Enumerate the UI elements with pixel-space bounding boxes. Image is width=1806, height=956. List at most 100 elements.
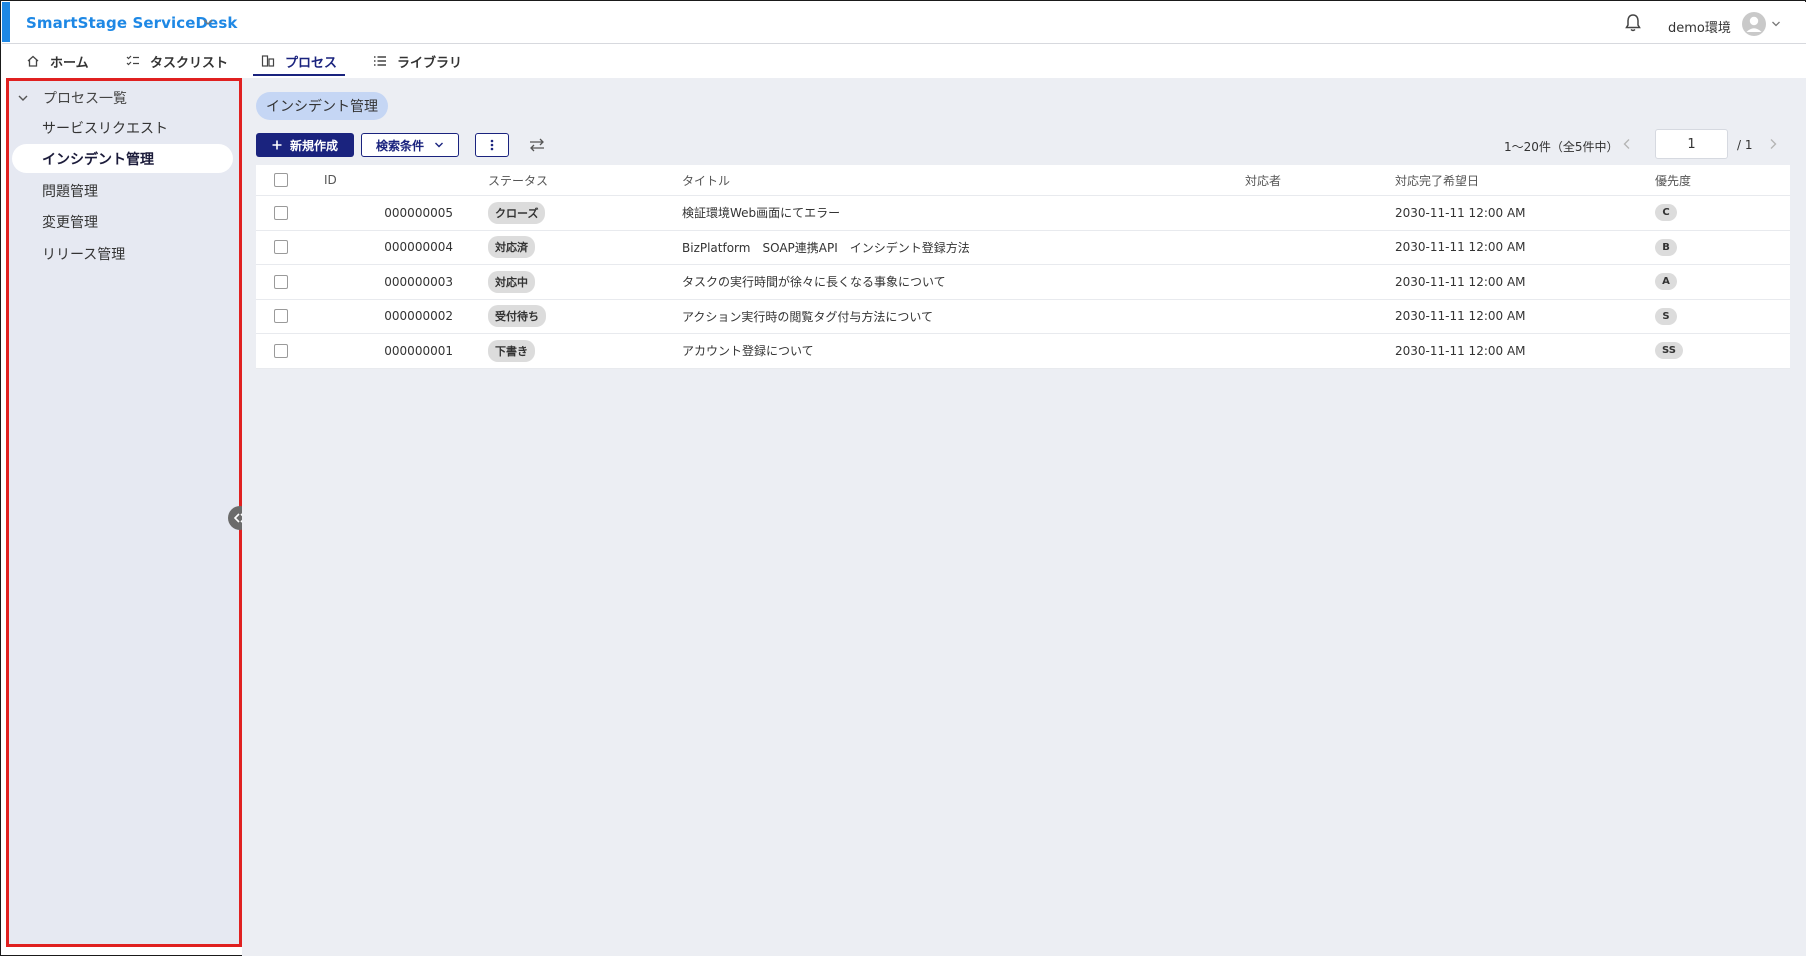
chevron-down-icon[interactable] [202,16,214,28]
page-number-input[interactable] [1655,129,1728,159]
process-icon [261,55,275,67]
chevron-down-icon [435,142,443,148]
row-checkbox[interactable] [274,343,288,358]
tab-tasklist[interactable]: タスクリスト [126,44,228,78]
tab-process[interactable]: プロセス [252,44,346,78]
table-row[interactable]: 000000005 クローズ 検証環境Web画面にてエラー 2030-11-11… [256,196,1790,231]
breadcrumb[interactable]: インシデント管理 [256,92,388,120]
swap-button[interactable] [526,135,548,155]
header-due-date[interactable]: 対応完了希望日 [1395,165,1479,195]
row-priority-cell: C [1655,196,1677,230]
row-checkbox[interactable] [274,205,288,220]
table-row[interactable]: 000000002 受付待ち アクション実行時の閲覧タグ付与方法について 203… [256,300,1790,334]
tab-library[interactable]: ライブラリ [373,44,462,78]
sidebar-item-incident[interactable]: インシデント管理 [12,144,233,173]
row-due-date: 2030-11-11 12:00 AM [1395,240,1526,255]
avatar-icon[interactable] [1742,12,1766,36]
new-create-label: 新規作成 [289,138,338,153]
row-status-cell: 対応中 [488,265,535,299]
sidebar-item-service-request[interactable]: サービスリクエスト [12,113,233,142]
sidebar-item-change[interactable]: 変更管理 [12,207,233,236]
row-due-date: 2030-11-11 12:00 AM [1395,309,1526,324]
sidebar-root-process-list[interactable]: プロセス一覧 [9,84,127,112]
row-status-cell: 下書き [488,334,535,368]
row-priority-cell: SS [1655,334,1683,368]
tab-library-label: ライブラリ [397,55,463,71]
header-title[interactable]: タイトル [682,165,730,195]
sidebar-item-label: 変更管理 [42,214,98,231]
chevron-left-icon[interactable] [1622,138,1632,150]
row-id: 000000002 [384,309,453,324]
sidebar-item-release[interactable]: リリース管理 [12,239,233,268]
list-icon [374,56,386,66]
row-priority-cell: A [1655,265,1677,299]
table-row[interactable]: 000000004 対応済 BizPlatform SOAP連携API インシデ… [256,231,1790,265]
sidebar-item-label: サービスリクエスト [42,120,168,137]
sidebar-root-label: プロセス一覧 [43,91,127,107]
row-check-cell [274,231,288,265]
pager-total: / 1 [1737,138,1753,152]
tab-home[interactable]: ホーム [26,44,89,78]
header-status[interactable]: ステータス [488,165,548,195]
user-menu-chevron-icon[interactable] [1771,19,1781,29]
swap-arrows-icon [530,138,544,152]
tab-home-label: ホーム [50,55,89,71]
priority-badge: B [1655,238,1677,256]
row-title[interactable]: 検証環境Web画面にてエラー [682,196,840,230]
row-priority-cell: B [1655,231,1677,265]
row-id: 000000005 [384,205,453,220]
row-title[interactable]: アクション実行時の閲覧タグ付与方法について [682,300,933,334]
bell-icon[interactable] [1623,13,1643,33]
row-checkbox[interactable] [274,240,288,255]
table-row[interactable]: 000000001 下書き アカウント登録について 2030-11-11 12:… [256,334,1790,369]
table-row[interactable]: 000000003 対応中 タスクの実行時間が徐々に長くなる事象について 203… [256,265,1790,300]
checklist-icon [126,55,139,66]
row-check-cell [274,265,288,299]
row-status-cell: 対応済 [488,231,535,265]
priority-badge: A [1655,273,1677,291]
sidebar-item-problem[interactable]: 問題管理 [12,176,233,205]
more-vertical-icon [490,139,494,151]
incident-table: ID ステータス タイトル 対応者 対応完了希望日 優先度 000000005 … [256,165,1790,369]
row-due-date: 2030-11-11 12:00 AM [1395,205,1526,220]
plus-icon [272,140,282,150]
row-checkbox[interactable] [274,309,288,324]
header-id[interactable]: ID [324,165,337,195]
tab-process-label: プロセス [285,55,338,71]
environment-label: demo環境 [1668,21,1731,36]
row-title[interactable]: タスクの実行時間が徐々に長くなる事象について [682,265,946,299]
search-conditions-button[interactable]: 検索条件 [361,133,459,157]
sidebar-item-label: リリース管理 [42,246,126,263]
header-assignee[interactable]: 対応者 [1245,165,1281,195]
app-frame: SmartStage ServiceDesk demo環境 ホーム タスクリスト… [0,0,1806,956]
row-id: 000000003 [384,274,453,289]
row-check-cell [274,300,288,334]
table-header-row: ID ステータス タイトル 対応者 対応完了希望日 優先度 [256,165,1790,196]
row-id: 000000004 [384,240,453,255]
row-checkbox[interactable] [274,274,288,289]
pager-count: 1〜20件（全5件中） [1504,140,1619,154]
select-all-checkbox[interactable] [274,173,288,187]
new-create-button[interactable]: 新規作成 [256,133,354,157]
search-conditions-label: 検索条件 [375,138,424,153]
status-badge: クローズ [488,201,546,224]
priority-badge: S [1655,307,1677,325]
sidebar-item-label: 問題管理 [42,183,98,200]
row-check-cell [274,334,288,368]
main-nav: ホーム タスクリスト プロセス ライブラリ [2,44,1806,78]
row-priority-cell: S [1655,300,1677,334]
row-status-cell: 受付待ち [488,300,546,334]
header-priority[interactable]: 優先度 [1655,165,1691,195]
row-title[interactable]: BizPlatform SOAP連携API インシデント登録方法 [682,231,970,265]
row-id: 000000001 [384,343,453,358]
row-due-date: 2030-11-11 12:00 AM [1395,274,1526,289]
process-sidebar: プロセス一覧 サービスリクエスト インシデント管理 問題管理 変更管理 リリース… [6,78,242,947]
row-title[interactable]: アカウント登録について [682,334,814,368]
chevron-right-icon[interactable] [1768,138,1778,150]
row-check-cell [274,196,288,230]
row-due-date: 2030-11-11 12:00 AM [1395,343,1526,358]
chevron-down-icon [18,95,28,101]
app-header: SmartStage ServiceDesk demo環境 [2,2,1806,44]
priority-badge: SS [1655,342,1683,360]
more-options-button[interactable] [475,133,509,157]
